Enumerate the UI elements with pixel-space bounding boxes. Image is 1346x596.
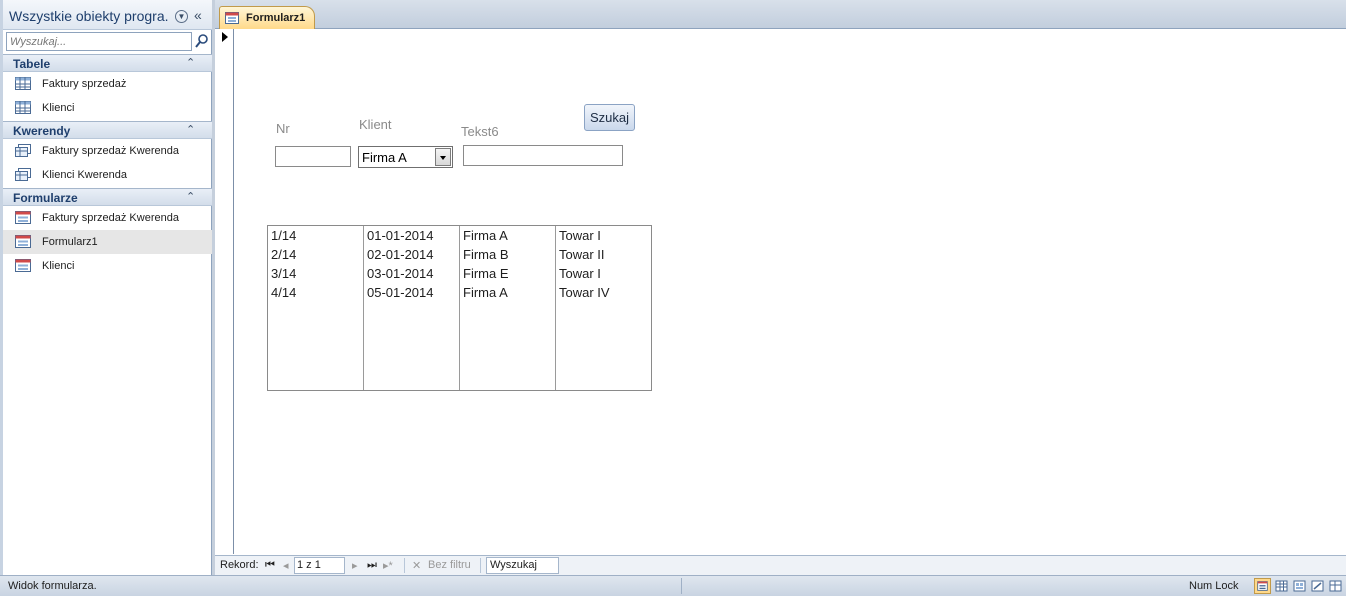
nav-title[interactable]: Wszystkie obiekty progra...	[9, 8, 169, 24]
separator	[404, 558, 405, 573]
document-area: Formularz1 Nr Klient Firma A Tekst6 Szuk…	[215, 0, 1346, 575]
klient-value: Firma A	[362, 150, 407, 165]
filter-status[interactable]: Bez filtru	[428, 559, 471, 571]
nav-item-query[interactable]: Faktury sprzedaż Kwerenda	[3, 139, 212, 163]
pivot-view-icon[interactable]	[1327, 578, 1344, 594]
document-tab-strip: Formularz1	[215, 0, 1346, 29]
form-view-icon[interactable]	[1254, 578, 1271, 594]
query-icon	[15, 168, 31, 181]
list-cell-date: 03-01-2014	[367, 266, 434, 281]
nav-item-label: Klienci	[42, 260, 75, 272]
list-cell-date: 02-01-2014	[367, 247, 434, 262]
separator	[480, 558, 481, 573]
group-label: Formularze	[13, 191, 78, 205]
group-label: Kwerendy	[13, 124, 71, 138]
group-formularze: Formularze ⌃ Faktury sprzedaż Kwerenda F…	[3, 188, 212, 278]
list-cell-nr: 3/14	[271, 266, 297, 281]
list-cell-client: Firma E	[463, 266, 509, 281]
status-bar: Widok formularza. Num Lock	[0, 575, 1346, 596]
chevron-up-icon[interactable]: ⌃	[186, 190, 195, 203]
list-item[interactable]: 2/14 02-01-2014 Firma B Towar II	[268, 245, 651, 264]
tab-label: Formularz1	[246, 12, 306, 24]
current-record-icon	[222, 32, 228, 42]
search-button[interactable]: Szukaj	[584, 104, 635, 131]
datasheet-view-icon[interactable]	[1273, 578, 1290, 594]
nav-item-label: Faktury sprzedaż	[42, 78, 127, 90]
group-header-formularze[interactable]: Formularze ⌃	[3, 188, 212, 206]
list-item[interactable]: 1/14 01-01-2014 Firma A Towar I	[268, 226, 651, 245]
filter-icon[interactable]: ✕	[412, 559, 421, 572]
record-label: Rekord:	[220, 559, 259, 571]
chevron-down-icon[interactable]: ▼	[175, 10, 188, 23]
design-view-icon[interactable]	[1309, 578, 1326, 594]
list-cell-client: Firma A	[463, 285, 508, 300]
previous-record-icon[interactable]: ◂	[283, 559, 289, 572]
next-record-icon[interactable]: ▸	[352, 559, 358, 572]
form-icon	[15, 259, 31, 272]
klient-label: Klient	[359, 117, 392, 132]
nav-item-label: Klienci	[42, 102, 75, 114]
layout-view-icon[interactable]	[1291, 578, 1308, 594]
form-icon	[15, 235, 31, 248]
separator	[681, 578, 682, 594]
form-icon	[225, 12, 239, 24]
nr-input[interactable]	[275, 146, 351, 167]
form-icon	[15, 211, 31, 224]
group-tabele: Tabele ⌃ Faktury sprzedaż Klienci	[3, 54, 212, 120]
chevron-up-icon[interactable]: ⌃	[186, 123, 195, 136]
chevron-up-icon[interactable]: ⌃	[186, 56, 195, 69]
group-label: Tabele	[13, 57, 51, 71]
first-record-icon[interactable]: ⏮	[265, 559, 275, 572]
last-record-icon[interactable]: ⏭	[367, 559, 377, 572]
nav-item-form[interactable]: Klienci	[3, 254, 212, 278]
list-cell-date: 01-01-2014	[367, 228, 434, 243]
list-cell-client: Firma B	[463, 247, 509, 262]
nav-item-table[interactable]: Faktury sprzedaż	[3, 72, 212, 96]
group-header-kwerendy[interactable]: Kwerendy ⌃	[3, 121, 212, 139]
nav-item-label: Formularz1	[42, 236, 98, 248]
list-cell-product: Towar I	[559, 228, 601, 243]
list-cell-date: 05-01-2014	[367, 285, 434, 300]
table-icon	[15, 101, 31, 114]
search-icon[interactable]	[194, 33, 210, 49]
table-icon	[15, 77, 31, 90]
group-header-tabele[interactable]: Tabele ⌃	[3, 54, 212, 72]
chevron-down-icon[interactable]	[435, 148, 451, 166]
klient-combo[interactable]: Firma A	[358, 146, 453, 168]
numlock-indicator: Num Lock	[1189, 580, 1239, 592]
navigation-pane: Wszystkie obiekty progra... ▼ « Tabele ⌃…	[0, 0, 212, 575]
results-listbox[interactable]: 1/14 01-01-2014 Firma A Towar I 2/14 02-…	[267, 225, 652, 391]
nav-item-query[interactable]: Klienci Kwerenda	[3, 163, 212, 187]
nav-item-label: Faktury sprzedaż Kwerenda	[42, 145, 179, 157]
tab-formularz1[interactable]: Formularz1	[219, 6, 315, 29]
nr-label: Nr	[276, 121, 290, 136]
nav-header[interactable]: Wszystkie obiekty progra... ▼ «	[3, 0, 212, 30]
list-item[interactable]: 4/14 05-01-2014 Firma A Towar IV	[268, 283, 651, 302]
nav-item-form-selected[interactable]: Formularz1	[3, 230, 212, 254]
tekst6-input[interactable]	[463, 145, 623, 166]
list-cell-product: Towar IV	[559, 285, 610, 300]
nav-item-label: Klienci Kwerenda	[42, 169, 127, 181]
list-item[interactable]: 3/14 03-01-2014 Firma E Towar I	[268, 264, 651, 283]
list-cell-nr: 2/14	[271, 247, 297, 262]
record-search-input[interactable]: Wyszukaj	[486, 557, 559, 574]
record-position-field[interactable]: 1 z 1	[294, 557, 345, 574]
new-record-icon[interactable]: ▸*	[383, 559, 393, 572]
query-icon	[15, 144, 31, 157]
record-navigation-bar: Rekord: ⏮ ◂ 1 z 1 ▸ ⏭ ▸* ✕ Bez filtru Wy…	[215, 555, 1346, 575]
collapse-pane-icon[interactable]: «	[194, 7, 202, 23]
nav-item-form[interactable]: Faktury sprzedaż Kwerenda	[3, 206, 212, 230]
list-cell-product: Towar II	[559, 247, 605, 262]
list-cell-product: Towar I	[559, 266, 601, 281]
status-text: Widok formularza.	[8, 580, 97, 592]
nav-search-input[interactable]	[6, 32, 192, 51]
list-cell-client: Firma A	[463, 228, 508, 243]
list-cell-nr: 4/14	[271, 285, 297, 300]
record-selector[interactable]	[215, 29, 234, 554]
tekst6-label: Tekst6	[461, 124, 499, 139]
nav-item-table[interactable]: Klienci	[3, 96, 212, 120]
group-kwerendy: Kwerendy ⌃ Faktury sprzedaż Kwerenda Kli…	[3, 121, 212, 187]
nav-item-label: Faktury sprzedaż Kwerenda	[42, 212, 179, 224]
list-cell-nr: 1/14	[271, 228, 297, 243]
